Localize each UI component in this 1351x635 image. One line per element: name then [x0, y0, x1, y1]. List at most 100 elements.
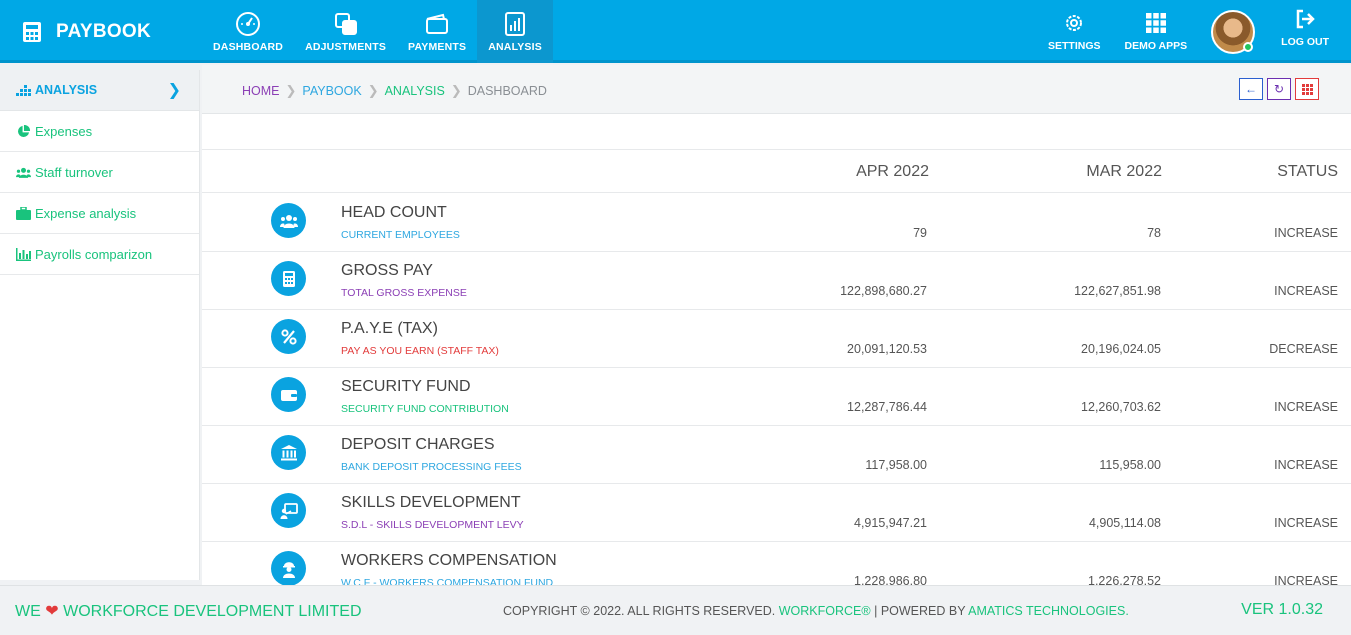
footer-company-name: WORKFORCE DEVELOPMENT LIMITED [63, 603, 362, 620]
online-status-dot [1243, 41, 1254, 52]
bank-icon [280, 444, 297, 460]
wallet-icon [280, 389, 297, 401]
logout-button[interactable]: LOG OUT [1269, 8, 1341, 48]
demo-apps-button[interactable]: DEMO APPS [1113, 12, 1200, 52]
bar-chart-icon [505, 11, 526, 36]
grid-icon [1301, 83, 1313, 95]
row-subtitle: CURRENT EMPLOYEES [341, 229, 460, 241]
logout-label: LOG OUT [1281, 35, 1329, 48]
row-value-mar: 4,905,114.08 [1088, 516, 1161, 530]
column-header-apr: APR 2022 [856, 163, 929, 180]
sign-out-icon [1296, 9, 1315, 28]
row-title: WORKERS COMPENSATION [341, 552, 557, 569]
nav-payments[interactable]: PAYMENTS [397, 0, 477, 63]
settings-button[interactable]: SETTINGS [1036, 12, 1113, 52]
nav-analysis-label: ANALYSIS [488, 40, 542, 53]
row-icon-badge [271, 377, 306, 412]
refresh-button[interactable]: ↻ [1267, 78, 1291, 100]
column-header-status: STATUS [1277, 163, 1338, 180]
table-row[interactable]: SECURITY FUND SECURITY FUND CONTRIBUTION 1… [202, 368, 1351, 426]
heart-icon: ❤ [45, 603, 59, 620]
column-header-mar: MAR 2022 [1086, 163, 1162, 180]
row-value-apr: 1,228,986.80 [854, 574, 927, 585]
breadcrumb-home[interactable]: HOME [242, 84, 280, 98]
sidebar-item-staff-turnover[interactable]: Staff turnover [0, 152, 199, 193]
row-status: INCREASE [1274, 226, 1338, 240]
table-row[interactable]: P.A.Y.E (TAX) PAY AS YOU EARN (STAFF TAX)… [202, 310, 1351, 368]
table-header: APR 2022 MAR 2022 STATUS [202, 151, 1351, 193]
row-title: GROSS PAY [341, 262, 433, 279]
sidebar-item-label: Staff turnover [35, 164, 113, 180]
nav-analysis[interactable]: ANALYSIS [477, 0, 553, 63]
row-icon-badge [271, 435, 306, 470]
row-status: INCREASE [1274, 574, 1338, 585]
row-value-apr: 4,915,947.21 [854, 516, 927, 530]
demo-apps-label: DEMO APPS [1124, 39, 1188, 52]
sidebar-item-expenses[interactable]: Expenses [0, 111, 199, 152]
row-icon-badge [271, 261, 306, 296]
row-subtitle: S.D.L - SKILLS DEVELOPMENT LEVY [341, 519, 524, 531]
nav-adjustments[interactable]: ADJUSTMENTS [294, 0, 397, 63]
top-navbar: PAYBOOK DASHBOARD ADJUSTMENTS PAYMENTS A… [0, 0, 1351, 63]
breadcrumb-separator: ❯ [367, 83, 379, 98]
sidebar-header-analysis[interactable]: ANALYSIS ❯ [0, 70, 199, 111]
row-icon-badge [271, 319, 306, 354]
worker-icon [282, 561, 295, 578]
row-status: DECREASE [1269, 342, 1338, 356]
sidebar-item-label: Payrolls comparizon [35, 246, 153, 262]
table-row[interactable]: SKILLS DEVELOPMENT S.D.L - SKILLS DEVELOP… [202, 484, 1351, 542]
row-icon-badge [271, 493, 306, 528]
breadcrumb-analysis[interactable]: ANALYSIS [385, 84, 445, 98]
table-row[interactable]: DEPOSIT CHARGES BANK DEPOSIT PROCESSING F… [202, 426, 1351, 484]
layers-icon [334, 12, 357, 35]
back-button[interactable]: ← [1239, 78, 1263, 100]
row-title: SKILLS DEVELOPMENT [341, 494, 521, 511]
nav-payments-label: PAYMENTS [408, 40, 467, 53]
calculator-icon [23, 21, 41, 42]
row-icon-badge [271, 203, 306, 238]
breadcrumb-separator: ❯ [285, 83, 297, 98]
row-title: P.A.Y.E (TAX) [341, 320, 438, 337]
sidebar-item-expense-analysis[interactable]: Expense analysis [0, 193, 199, 234]
bar-chart-icon [16, 247, 31, 261]
table-row[interactable]: HEAD COUNT CURRENT EMPLOYEES 79 78 INCREASE [202, 194, 1351, 252]
row-value-mar: 78 [1147, 226, 1161, 240]
row-value-mar: 115,958.00 [1099, 458, 1161, 472]
row-value-apr: 20,091,120.53 [847, 342, 927, 356]
users-icon [279, 214, 298, 228]
row-value-apr: 12,287,786.44 [847, 400, 927, 414]
sidebar-item-payrolls-comparizon[interactable]: Payrolls comparizon [0, 234, 199, 275]
row-value-mar: 20,196,024.05 [1081, 342, 1161, 356]
footer-copyright: COPYRIGHT © 2022. ALL RIGHTS RESERVED. W… [503, 604, 1129, 618]
row-subtitle: BANK DEPOSIT PROCESSING FEES [341, 461, 522, 473]
version-label: VER 1.0.32 [1241, 601, 1323, 618]
row-icon-badge [271, 551, 306, 585]
refresh-icon: ↻ [1273, 82, 1285, 96]
row-title: DEPOSIT CHARGES [341, 436, 495, 453]
grid-view-button[interactable] [1295, 78, 1319, 100]
toolbar: ← ↻ [1235, 78, 1319, 100]
breadcrumb-dashboard: DASHBOARD [467, 84, 547, 98]
nav-dashboard[interactable]: DASHBOARD [202, 0, 294, 63]
row-value-mar: 12,260,703.62 [1081, 400, 1161, 414]
briefcase-icon [16, 206, 31, 220]
breadcrumb-paybook[interactable]: PAYBOOK [302, 84, 361, 98]
table-row[interactable]: WORKERS COMPENSATION W.C.F - WORKERS COMP… [202, 542, 1351, 585]
amatics-link[interactable]: AMATICS TECHNOLOGIES. [968, 604, 1129, 618]
spacer-row [202, 114, 1351, 150]
copyright-text: COPYRIGHT © 2022. ALL RIGHTS RESERVED. [503, 604, 776, 618]
row-subtitle: W.C.F - WORKERS COMPENSATION FUND [341, 577, 554, 585]
workforce-link[interactable]: WORKFORCE® [779, 604, 871, 618]
brand[interactable]: PAYBOOK [22, 0, 151, 63]
sidebar-item-label: Expense analysis [35, 205, 137, 221]
user-avatar[interactable] [1211, 9, 1256, 54]
apps-grid-icon [1145, 12, 1166, 33]
row-value-mar: 1,226,278.52 [1088, 574, 1161, 585]
teacher-icon [280, 502, 298, 519]
row-subtitle: TOTAL GROSS EXPENSE [341, 287, 467, 299]
row-value-apr: 117,958.00 [865, 458, 927, 472]
wallet-icon [426, 13, 449, 34]
arrow-left-icon: ← [1245, 82, 1257, 96]
breadcrumb-separator: ❯ [450, 83, 462, 98]
table-row[interactable]: GROSS PAY TOTAL GROSS EXPENSE 122,898,680.… [202, 252, 1351, 310]
